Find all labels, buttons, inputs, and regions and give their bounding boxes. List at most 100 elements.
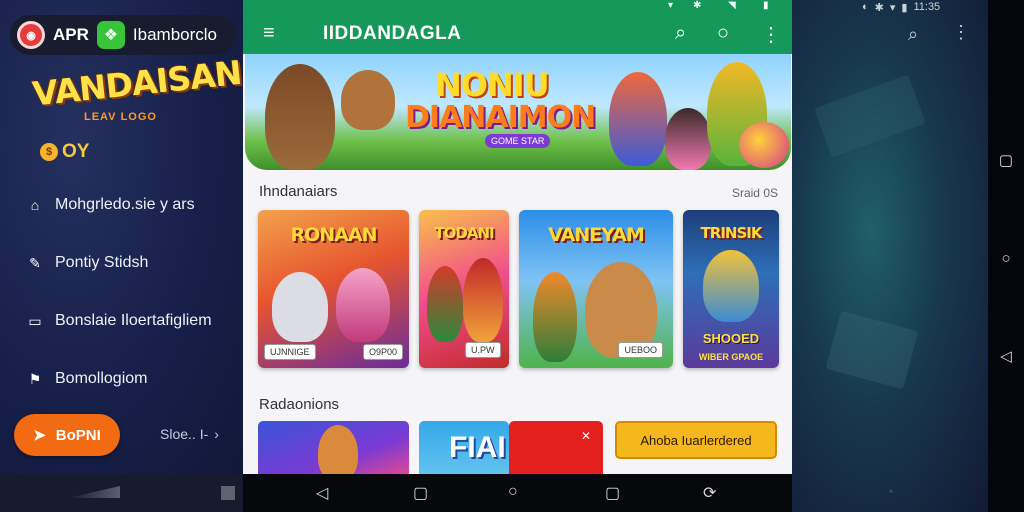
- game-card-badge: UEBOO: [618, 342, 663, 358]
- back-icon[interactable]: ◁: [988, 344, 1024, 368]
- more-vert-icon[interactable]: ⋮: [952, 22, 970, 43]
- game-card-2[interactable]: TODANI U.PW: [419, 210, 509, 368]
- brand-subtitle: LEAV LOGO: [84, 111, 157, 123]
- square-icon: [221, 486, 235, 500]
- square-nav-icon[interactable]: ▢: [413, 483, 428, 503]
- bluetooth-icon: ✱: [693, 0, 702, 11]
- home-circle-icon[interactable]: ○: [988, 246, 1024, 270]
- hero-figure: [318, 425, 358, 474]
- logo-watermark-icon: ◔: [884, 482, 895, 502]
- brand-title: VANDAISAN: [30, 52, 243, 114]
- more-vert-icon[interactable]: ⋮: [761, 22, 781, 47]
- menu-item-label: Mohgrledo.sie y ars: [55, 196, 195, 213]
- chevron-right-icon: ›: [214, 426, 219, 442]
- section-title-promotions: Radaonions: [259, 396, 340, 413]
- kid-figure: [427, 266, 463, 342]
- side-link-label: Sloe.. I-: [160, 426, 209, 442]
- status-bar-right: ◐ ✱ ▾ ▮ 11:35: [862, 0, 940, 14]
- game-card-badge: O9P00: [362, 344, 403, 360]
- banner-title: NONIU: [435, 66, 550, 104]
- cat-figure: [336, 268, 390, 342]
- recents-icon[interactable]: ▢: [988, 148, 1024, 172]
- back-icon[interactable]: ◁: [316, 483, 328, 503]
- decor-shape: [825, 310, 919, 390]
- menu-icon[interactable]: ≡: [263, 22, 275, 45]
- search-icon[interactable]: ⌕: [675, 22, 686, 45]
- menu-item-1[interactable]: ⌂ Mohgrledo.sie y ars: [26, 193, 195, 217]
- drawer-bottom-bar: [0, 474, 243, 512]
- game-card-title: VANEYAM: [548, 224, 645, 246]
- promo-button-label: Ahoba Iuarlerdered: [640, 432, 752, 448]
- tag-icon: ➤: [33, 427, 46, 444]
- menu-item-3[interactable]: ▭ Bonslaie Iloertafigliem: [26, 309, 212, 333]
- menu-item-label: Pontiy Stidsh: [55, 254, 149, 271]
- menu-item-2[interactable]: ✎ Pontiy Stidsh: [26, 251, 148, 275]
- page-title: IIDDANDAGLA: [323, 23, 462, 44]
- game-card-badge: U.PW: [465, 342, 501, 358]
- signal-icon: ◐: [862, 1, 869, 13]
- system-navbar: ◁ ▢ ○ ▢ ⟳: [243, 474, 792, 512]
- system-nav-rail: ▢ ○ ◁: [988, 0, 1024, 512]
- see-all-link[interactable]: Sraid 0S: [732, 186, 778, 200]
- game-card-1[interactable]: RONAAN UJNNIGE O9P00: [258, 210, 409, 368]
- home-circle-icon[interactable]: ○: [508, 483, 518, 501]
- creature-figure: [341, 70, 395, 130]
- kid-figure: [609, 72, 667, 166]
- search-alt-icon[interactable]: ○: [717, 22, 729, 45]
- close-icon[interactable]: ✕: [581, 429, 591, 443]
- ball-icon: [739, 122, 789, 168]
- game-card-title: TRINSIK: [700, 224, 763, 242]
- promo-button[interactable]: Ahoba Iuarlerdered: [615, 421, 777, 459]
- game-card-title: RONAAN: [290, 224, 378, 246]
- cta-button[interactable]: ➤ BoPNI: [14, 414, 120, 456]
- battery-icon: ▮: [901, 1, 908, 14]
- assistant-icon[interactable]: ⟳: [703, 483, 716, 503]
- game-card-4[interactable]: TRINSIK SHOOED WIBER GPAOE: [683, 210, 779, 368]
- menu-item-label: Bonslaie Iloertafigliem: [55, 312, 212, 329]
- kid-figure: [463, 258, 503, 342]
- banner-subtitle: DIANAIMON: [405, 100, 596, 135]
- girl-figure: [665, 108, 711, 170]
- chat-icon: ❖: [96, 21, 125, 49]
- promo-card-2[interactable]: FIAI: [419, 421, 509, 474]
- coin-value: OY: [62, 141, 90, 162]
- app-status-bar: ▾ ✱ ◥ ▮: [243, 0, 792, 14]
- game-card-title: TODANI: [434, 224, 494, 242]
- section-title-featured: Ihndanaiars: [259, 183, 338, 200]
- banner-tag: GOME STAR: [485, 134, 551, 148]
- cta-label: BoPNI: [55, 426, 101, 444]
- menu-item-label: Bomollogiom: [55, 370, 148, 387]
- ramp-icon: [68, 486, 120, 498]
- signal-icon: ◥: [728, 0, 736, 11]
- side-link[interactable]: Sloe.. I- ›: [160, 426, 219, 442]
- game-card-caption: SHOOED: [702, 331, 760, 346]
- coin-balance: $ OY: [40, 141, 89, 163]
- game-card-3[interactable]: VANEYAM UEBOO: [519, 210, 673, 368]
- worker-figure: [703, 250, 759, 322]
- promo-card-3[interactable]: ✕: [509, 421, 603, 474]
- brand-logo: VANDAISAN LEAV LOGO: [30, 53, 243, 137]
- wifi-icon: ▾: [889, 1, 896, 14]
- edit-icon: ✎: [29, 254, 41, 271]
- app-logo-icon: ◉: [17, 21, 45, 49]
- kid-figure: [533, 272, 577, 362]
- hero-banner[interactable]: NONIU DIANAIMON GOME STAR: [245, 54, 791, 170]
- app-name: Ibamborclo: [132, 25, 218, 44]
- app-chip[interactable]: ◉ APR ❖ Ibamborclo: [10, 15, 236, 55]
- promo-card-1[interactable]: [258, 421, 409, 474]
- battery-icon: ▮: [763, 0, 769, 11]
- game-card-subcaption: WIBER GPAOE: [698, 352, 764, 362]
- background-pane: ◐ ✱ ▾ ▮ 11:35 ⌕ ⋮ ◔: [792, 0, 988, 512]
- status-time: 11:35: [913, 1, 941, 13]
- search-icon[interactable]: ⌕: [908, 24, 918, 45]
- promo-banner-text: FIAI: [449, 431, 506, 464]
- wallet-icon: ▭: [28, 312, 42, 329]
- app-abbr: APR: [53, 25, 89, 44]
- recents-icon[interactable]: ▢: [605, 483, 620, 503]
- armored-hero-figure: [265, 64, 335, 170]
- home-icon: ⌂: [30, 197, 40, 213]
- bluetooth-icon: ✱: [874, 1, 884, 14]
- coin-icon: $: [40, 143, 58, 161]
- game-card-badge: UJNNIGE: [264, 344, 316, 360]
- menu-item-4[interactable]: ⚑ Bomollogiom: [26, 367, 148, 391]
